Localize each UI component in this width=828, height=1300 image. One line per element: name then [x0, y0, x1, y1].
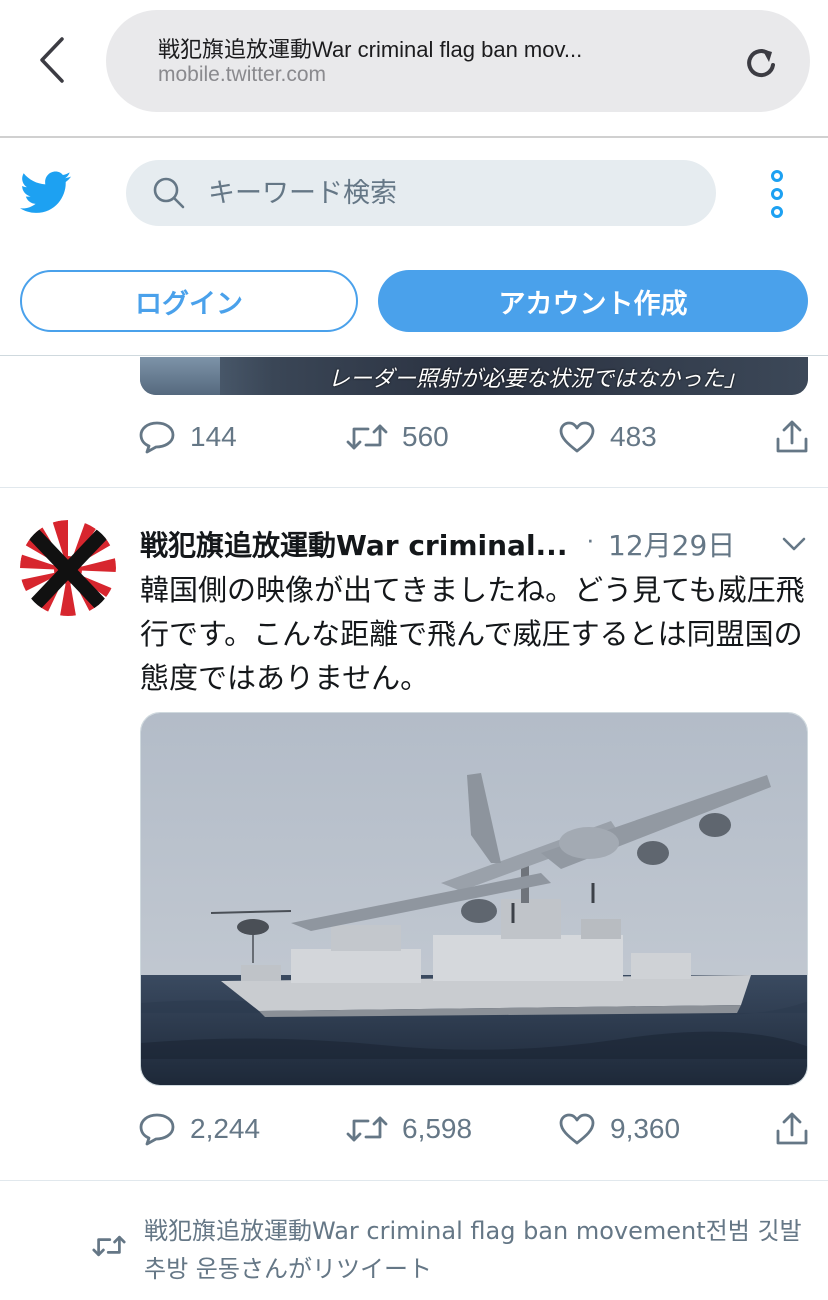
- url-domain: mobile.twitter.com: [158, 63, 327, 86]
- tweet-actions: 2,244 6,598 9,360: [138, 1107, 810, 1151]
- reload-icon: [747, 49, 775, 78]
- media-caption: レーダー照射が必要な状況ではなかった」: [328, 367, 747, 392]
- previous-tweet-actions: 144 560 483: [138, 415, 810, 459]
- share-button[interactable]: [774, 1107, 810, 1151]
- reply-button[interactable]: 144: [138, 415, 237, 459]
- browser-bar: 戦犯旗追放運動War criminal flag ban mov... mobi…: [0, 0, 828, 138]
- retweet-icon: [92, 1235, 126, 1257]
- share-button[interactable]: [774, 415, 810, 459]
- search-icon: [153, 177, 185, 209]
- signup-button[interactable]: アカウント作成: [378, 270, 808, 332]
- back-button[interactable]: [22, 30, 82, 90]
- retweet-icon: [346, 424, 388, 450]
- retweet-count: 560: [402, 421, 449, 452]
- tweet-divider: [0, 1180, 828, 1181]
- search-box[interactable]: [126, 160, 716, 226]
- heart-icon: [559, 421, 595, 453]
- more-options-button[interactable]: [762, 170, 792, 218]
- page-title: 戦犯旗追放運動War criminal flag ban mov...: [158, 37, 583, 62]
- reply-icon: [139, 1113, 175, 1146]
- reply-count: 144: [190, 421, 237, 452]
- address-bar[interactable]: 戦犯旗追放運動War criminal flag ban mov... mobi…: [106, 10, 810, 112]
- retweet-count: 6,598: [402, 1113, 473, 1144]
- heart-icon: [559, 1113, 595, 1145]
- retweet-button[interactable]: 6,598: [346, 1107, 472, 1151]
- retweet-context: 戦犯旗追放運動War criminal flag ban movement전범 …: [0, 1212, 828, 1292]
- like-count: 483: [610, 421, 657, 452]
- login-button[interactable]: ログイン: [20, 270, 358, 332]
- retweet-icon: [346, 1116, 388, 1142]
- tweet-header: 戦犯旗追放運動War criminal... · 12月29日: [140, 522, 810, 566]
- avatar[interactable]: [20, 520, 116, 616]
- twitter-bird-icon[interactable]: [20, 170, 72, 216]
- tweet-text: 韓国側の映像が出てきましたね。どう見ても威圧飛行です。こんな距離で飛んで威圧する…: [140, 573, 805, 695]
- like-button[interactable]: 9,360: [558, 1107, 680, 1151]
- search-input[interactable]: [208, 170, 688, 216]
- reply-count: 2,244: [190, 1113, 261, 1144]
- aircraft-over-warship-photo: [141, 713, 807, 1085]
- tweet-divider: [0, 487, 828, 488]
- chevron-left-icon: [40, 37, 64, 83]
- reload-button[interactable]: [736, 38, 786, 88]
- twitter-header: ログイン アカウント作成: [0, 140, 828, 356]
- separator-dot: ·: [586, 524, 595, 554]
- chevron-down-icon[interactable]: [780, 530, 808, 558]
- reply-button[interactable]: 2,244: [138, 1107, 260, 1151]
- vertical-dots-icon: [771, 170, 783, 182]
- previous-tweet-media[interactable]: レーダー照射が必要な状況ではなかった」: [140, 357, 808, 395]
- rising-sun-crossed-icon: [20, 520, 116, 616]
- tweet-media-image[interactable]: [140, 712, 808, 1086]
- user-name[interactable]: 戦犯旗追放運動War criminal...: [140, 524, 572, 564]
- retweet-context-text[interactable]: 戦犯旗追放運動War criminal flag ban movement전범 …: [144, 1212, 816, 1288]
- like-button[interactable]: 483: [558, 415, 657, 459]
- tweet-date[interactable]: 12月29日: [608, 524, 735, 564]
- reply-icon: [139, 421, 175, 454]
- share-icon: [776, 1112, 808, 1145]
- like-count: 9,360: [610, 1113, 681, 1144]
- retweet-button[interactable]: 560: [346, 415, 449, 459]
- share-icon: [776, 420, 808, 453]
